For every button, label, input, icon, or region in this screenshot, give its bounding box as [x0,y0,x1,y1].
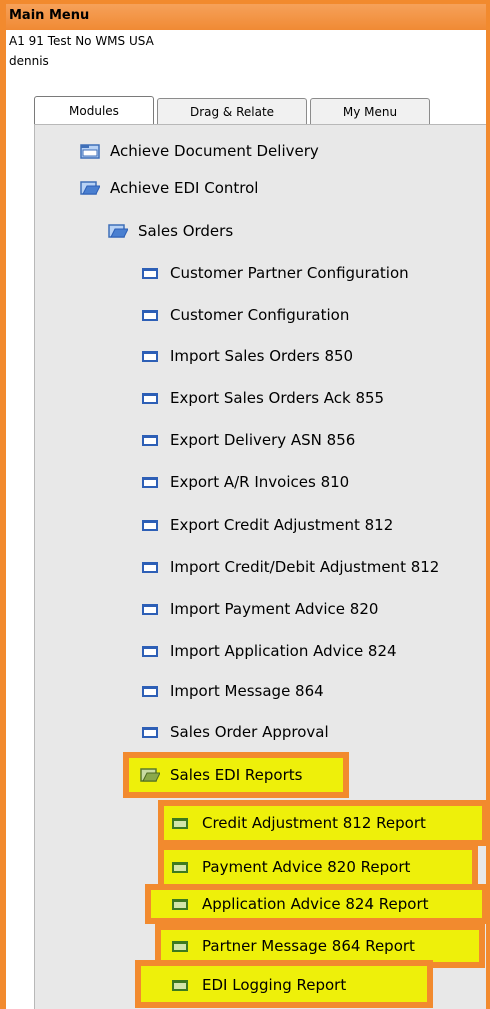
menu-item-import-message-864[interactable]: Import Message 864 [140,676,324,706]
menu-item-label: Sales Order Approval [170,723,329,741]
form-icon [142,309,158,321]
menu-item-label: Export Delivery ASN 856 [170,431,356,449]
folder-open-icon [80,180,100,196]
menu-item-export-delivery-asn-856[interactable]: Export Delivery ASN 856 [140,425,355,455]
menu-item-import-payment-advice-820[interactable]: Import Payment Advice 820 [140,594,378,624]
menu-item-label: Export Sales Orders Ack 855 [170,389,385,407]
menu-item-label: Achieve EDI Control [110,179,259,197]
menu-item-label: Achieve Document Delivery [110,142,319,160]
menu-item-import-application-advice-824[interactable]: Import Application Advice 824 [140,636,397,666]
form-icon [142,267,158,279]
menu-item-label: Partner Message 864 Report [202,937,415,955]
menu-item-label: Import Message 864 [170,682,324,700]
menu-item-achieve-edi-control[interactable]: Achieve EDI Control [80,173,258,203]
menu-item-label: Application Advice 824 Report [202,895,429,913]
menu-item-label: Customer Configuration [170,306,350,324]
report-icon [172,940,188,952]
menu-item-sales-orders[interactable]: Sales Orders [108,216,233,246]
form-icon [142,603,158,615]
menu-item-partner-message-864-report[interactable]: Partner Message 864 Report [170,931,415,961]
menu-item-label: Customer Partner Configuration [170,264,409,282]
form-icon [142,476,158,488]
report-icon [172,979,188,991]
menu-item-label: Export A/R Invoices 810 [170,473,350,491]
menu-item-label: Payment Advice 820 Report [202,858,411,876]
menu-item-label: Sales Orders [138,222,234,240]
menu-item-label: Import Sales Orders 850 [170,347,354,365]
report-icon [172,861,188,873]
menu-item-label: Import Credit/Debit Adjustment 812 [170,558,440,576]
folder-closed-icon [80,143,100,159]
form-icon [142,519,158,531]
form-icon [142,685,158,697]
folder-open-icon [108,223,128,239]
menu-item-customer-configuration[interactable]: Customer Configuration [140,300,349,330]
menu-item-application-advice-824-report[interactable]: Application Advice 824 Report [170,889,429,919]
report-icon [172,898,188,910]
tab-drag-relate[interactable]: Drag & Relate [157,98,307,124]
menu-item-edi-logging-report[interactable]: EDI Logging Report [170,970,346,1000]
form-icon [142,561,158,573]
company-name: A1 91 Test No WMS USA [9,34,154,48]
menu-item-label: Export Credit Adjustment 812 [170,516,394,534]
form-icon [142,392,158,404]
form-icon [142,645,158,657]
menu-item-export-sales-orders-ack-855[interactable]: Export Sales Orders Ack 855 [140,383,384,413]
menu-item-export-ar-invoices-810[interactable]: Export A/R Invoices 810 [140,467,349,497]
menu-item-payment-advice-820-report[interactable]: Payment Advice 820 Report [170,852,410,882]
menu-item-label: Sales EDI Reports [170,766,303,784]
menu-item-sales-order-approval[interactable]: Sales Order Approval [140,717,329,747]
window-title[interactable]: Main Menu [6,4,486,30]
menu-item-label: EDI Logging Report [202,976,347,994]
tab-modules[interactable]: Modules [34,96,154,124]
menu-item-achieve-document-delivery[interactable]: Achieve Document Delivery [80,136,319,166]
folder-open-icon [140,767,160,783]
tab-my-menu[interactable]: My Menu [310,98,430,124]
menu-tabs: Modules Drag & Relate My Menu [34,96,433,124]
form-icon [142,726,158,738]
menu-item-label: Import Payment Advice 820 [170,600,379,618]
menu-item-export-credit-adjustment-812[interactable]: Export Credit Adjustment 812 [140,510,393,540]
user-name: dennis [9,54,49,68]
menu-item-label: Import Application Advice 824 [170,642,397,660]
menu-item-import-credit-debit-adjustment-812[interactable]: Import Credit/Debit Adjustment 812 [140,552,439,582]
menu-item-sales-edi-reports[interactable]: Sales EDI Reports [140,760,302,790]
menu-item-customer-partner-configuration[interactable]: Customer Partner Configuration [140,258,409,288]
menu-item-import-sales-orders-850[interactable]: Import Sales Orders 850 [140,341,353,371]
menu-item-credit-adjustment-812-report[interactable]: Credit Adjustment 812 Report [170,808,426,838]
report-icon [172,817,188,829]
menu-item-label: Credit Adjustment 812 Report [202,814,426,832]
form-icon [142,434,158,446]
form-icon [142,350,158,362]
